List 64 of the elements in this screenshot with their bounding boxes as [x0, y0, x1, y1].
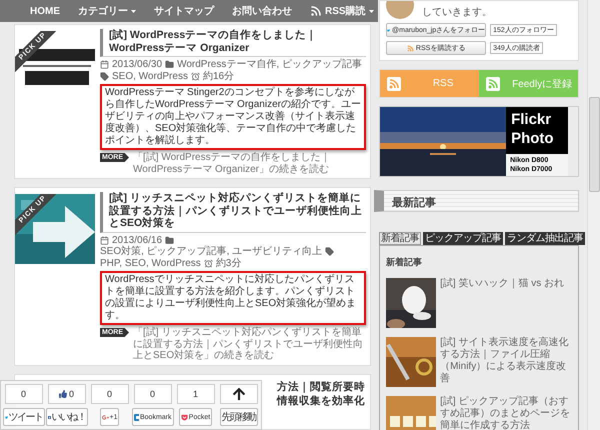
rss-icon [406, 44, 414, 52]
read-more-link[interactable]: 「[試] WordPressテーマの自作をしました｜WordPressテーマ Organizer」の続きを読む [133, 152, 366, 175]
pocket-icon [180, 414, 188, 420]
post-excerpt: WordPressでリッチスニペットに対応したパンくずリストを簡単に設置する方法を紹介します。パンくずリストの設置によりユーザ利便性向上とSEO対策強化が望めます。 [100, 271, 366, 325]
rss-icon [310, 5, 322, 17]
post-date: 2013/06/30 [112, 59, 162, 70]
share-count: 1 [176, 384, 214, 404]
post-categories[interactable]: SEO対策, ピックアップ記事, ユーザビリティ向上 [100, 246, 322, 258]
alarm-clock-icon [190, 72, 200, 81]
post-date: 2013/06/16 [112, 234, 162, 246]
share-count: 0 [48, 384, 86, 404]
caret-icon [131, 10, 136, 12]
panel-heading: 新着記事 [386, 256, 424, 269]
post-title[interactable]: 情報収集を効率化 [277, 394, 366, 408]
up-arrow-icon [232, 387, 246, 401]
scrollbar[interactable] [587, 0, 600, 430]
share-button[interactable]: いいね！ [46, 408, 88, 426]
rss-icon [387, 76, 402, 90]
post-tags[interactable]: SEO, WordPress [112, 70, 188, 82]
profile-text: していきます。 [422, 6, 492, 19]
post-tags[interactable]: PHP, SEO, WordPress [100, 258, 201, 269]
calendar-icon [100, 236, 109, 245]
bird-icon [387, 26, 390, 34]
post-title[interactable]: 方法｜閲覧所要時 [277, 380, 366, 394]
bird-icon [4, 414, 8, 420]
scroll-top-label-button[interactable]: 先頭移動 [220, 408, 258, 426]
tab[interactable]: ランダム抽出記事 [505, 232, 586, 245]
nav-link[interactable]: HOME [30, 6, 60, 16]
tab[interactable]: ピックアップ記事 [423, 232, 504, 245]
scrollbar-thumb[interactable] [589, 97, 600, 192]
tag-icon [325, 247, 334, 256]
nav-dropdown[interactable]: RSS購読 [310, 4, 374, 18]
caret-icon [368, 10, 374, 12]
calendar-icon [100, 60, 109, 70]
alarm-clock-icon [204, 258, 213, 268]
nav-link[interactable]: お問い合わせ [232, 4, 292, 18]
article-link[interactable]: [試] サイト表示速度を高速化する方法｜ファイル圧縮（Minify）による表示速度改善 [440, 337, 572, 385]
share-count: 0 [4, 384, 42, 404]
tag-icon [100, 72, 109, 81]
facebook-icon [48, 414, 50, 420]
read-time: 約3分 [216, 258, 242, 269]
bookmark-icon [134, 414, 139, 420]
post-title[interactable]: [試] WordPressテーマの自作をしました｜WordPressテーマ Organizer [100, 29, 366, 57]
read-more-link[interactable]: 「[試] リッチスニペット対応パンくずリストを簡単に設置する方法｜パンくずリストでユーザ利便性向上とSEO対策を」の続きを読む [133, 327, 366, 362]
thumbs-up-icon [58, 390, 67, 398]
nav-dropdown[interactable]: カテゴリー [78, 4, 136, 18]
banner-title: Flickr Photo [510, 110, 555, 149]
article-link[interactable]: [試] 笑いハック｜猫 vs おれ [440, 278, 572, 290]
rss-icon [486, 76, 500, 90]
post-title[interactable]: [試] リッチスニペット対応パンくずリストを簡単に設置する方法｜パンくずリストでユーザ利便性向上とSEO対策を [100, 192, 366, 232]
share-count: 0 [90, 384, 128, 404]
google-plus-icon [102, 414, 108, 420]
tab[interactable]: 新着記事 [379, 232, 422, 245]
folder-icon [165, 236, 174, 245]
share-button[interactable]: ツイート [2, 408, 44, 426]
scroll-top-button[interactable] [220, 384, 258, 404]
post-categories[interactable]: WordPressテーマ自作, ピックアップ記事 [177, 59, 362, 70]
nav-link[interactable]: サイトマップ [154, 4, 214, 18]
read-time: 約16分 [202, 70, 234, 82]
folder-icon [165, 60, 174, 70]
article-link[interactable]: [試] ピックアップ記事（おすすめ記事）のまとめページを簡単に作成する方法 [440, 396, 572, 430]
post-excerpt: WordPressテーマ Stinger2のコンセプトを参考にしながら自作したWordPressテーマ Organizerの紹介です。ユーザビリティの向上やパフォーマンス改善（サイト表示速度改善）、SEO対策強化等、テーマ自作の中で考慮したポイントを解説します。 [100, 84, 366, 150]
share-count: 0 [134, 384, 172, 404]
section-heading: 最新記事 [374, 190, 580, 212]
